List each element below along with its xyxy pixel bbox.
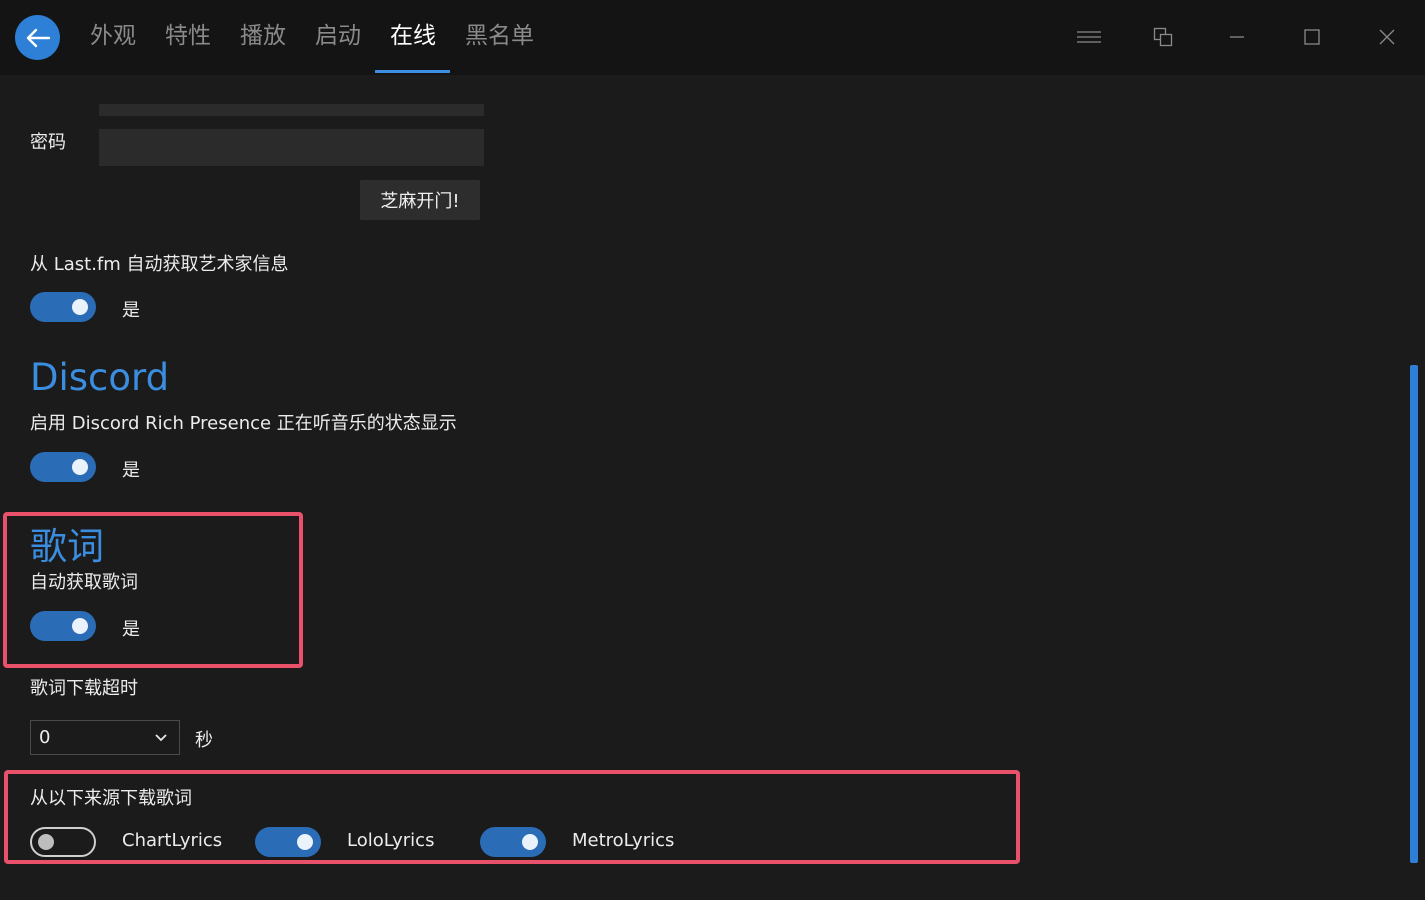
lastfm-toggle-state: 是: [122, 300, 140, 321]
close-icon: [1379, 29, 1395, 45]
discord-section-title: Discord: [30, 356, 170, 399]
metrolyrics-label: MetroLyrics: [572, 830, 675, 851]
back-button[interactable]: [15, 15, 60, 60]
lastfm-toggle[interactable]: [30, 292, 96, 322]
minimize-icon: [1230, 36, 1244, 38]
tab-playback[interactable]: 播放: [240, 0, 286, 75]
discord-toggle-state: 是: [122, 460, 140, 481]
maximize-button[interactable]: [1297, 22, 1327, 52]
maximize-icon: [1304, 29, 1320, 45]
active-tab-indicator: [375, 70, 450, 73]
settings-content: 密码 芝麻开门! 从 Last.fm 自动获取艺术家信息 是 Discord 启…: [0, 75, 1405, 900]
lyrics-timeout-label: 歌词下载超时: [30, 678, 138, 699]
auto-lyrics-toggle-state: 是: [122, 619, 140, 640]
login-button[interactable]: 芝麻开门!: [360, 180, 480, 220]
tab-startup[interactable]: 启动: [315, 0, 361, 75]
tab-blacklist[interactable]: 黑名单: [465, 0, 534, 75]
lololyrics-label: LoloLyrics: [347, 830, 435, 851]
auto-lyrics-label: 自动获取歌词: [30, 572, 138, 593]
mini-player-icon: [1153, 27, 1173, 47]
lyrics-section-title: 歌词: [30, 525, 104, 568]
lyrics-timeout-value: 0: [39, 727, 51, 748]
close-button[interactable]: [1372, 22, 1402, 52]
toggle-knob: [72, 459, 88, 475]
username-field[interactable]: [99, 104, 484, 116]
tab-features[interactable]: 特性: [165, 0, 211, 75]
chartlyrics-label: ChartLyrics: [122, 830, 223, 851]
lyrics-timeout-unit: 秒: [195, 730, 213, 751]
lastfm-artist-info-label: 从 Last.fm 自动获取艺术家信息: [30, 254, 289, 275]
toggle-knob: [72, 299, 88, 315]
metrolyrics-toggle[interactable]: [480, 827, 546, 857]
mini-player-button[interactable]: [1148, 22, 1178, 52]
menu-button[interactable]: [1074, 22, 1104, 52]
minimize-button[interactable]: [1222, 22, 1252, 52]
tab-appearance[interactable]: 外观: [90, 0, 136, 75]
discord-presence-label: 启用 Discord Rich Presence 正在听音乐的状态显示: [30, 413, 457, 434]
chartlyrics-toggle[interactable]: [30, 827, 96, 857]
toggle-knob: [38, 834, 54, 850]
hamburger-icon: [1077, 31, 1101, 43]
vertical-scrollbar[interactable]: [1410, 365, 1418, 863]
auto-lyrics-toggle[interactable]: [30, 611, 96, 641]
lyrics-timeout-select[interactable]: 0: [30, 720, 180, 755]
chevron-down-icon: [155, 734, 167, 742]
toggle-knob: [522, 834, 538, 850]
title-bar: 外观 特性 播放 启动 在线 黑名单: [0, 0, 1425, 75]
toggle-knob: [297, 834, 313, 850]
back-arrow-icon: [26, 28, 50, 47]
password-label: 密码: [30, 132, 66, 153]
toggle-knob: [72, 618, 88, 634]
discord-toggle[interactable]: [30, 452, 96, 482]
tab-online[interactable]: 在线: [390, 0, 436, 75]
lololyrics-toggle[interactable]: [255, 827, 321, 857]
lyrics-sources-label: 从以下来源下载歌词: [30, 788, 192, 809]
password-field[interactable]: [99, 129, 484, 166]
